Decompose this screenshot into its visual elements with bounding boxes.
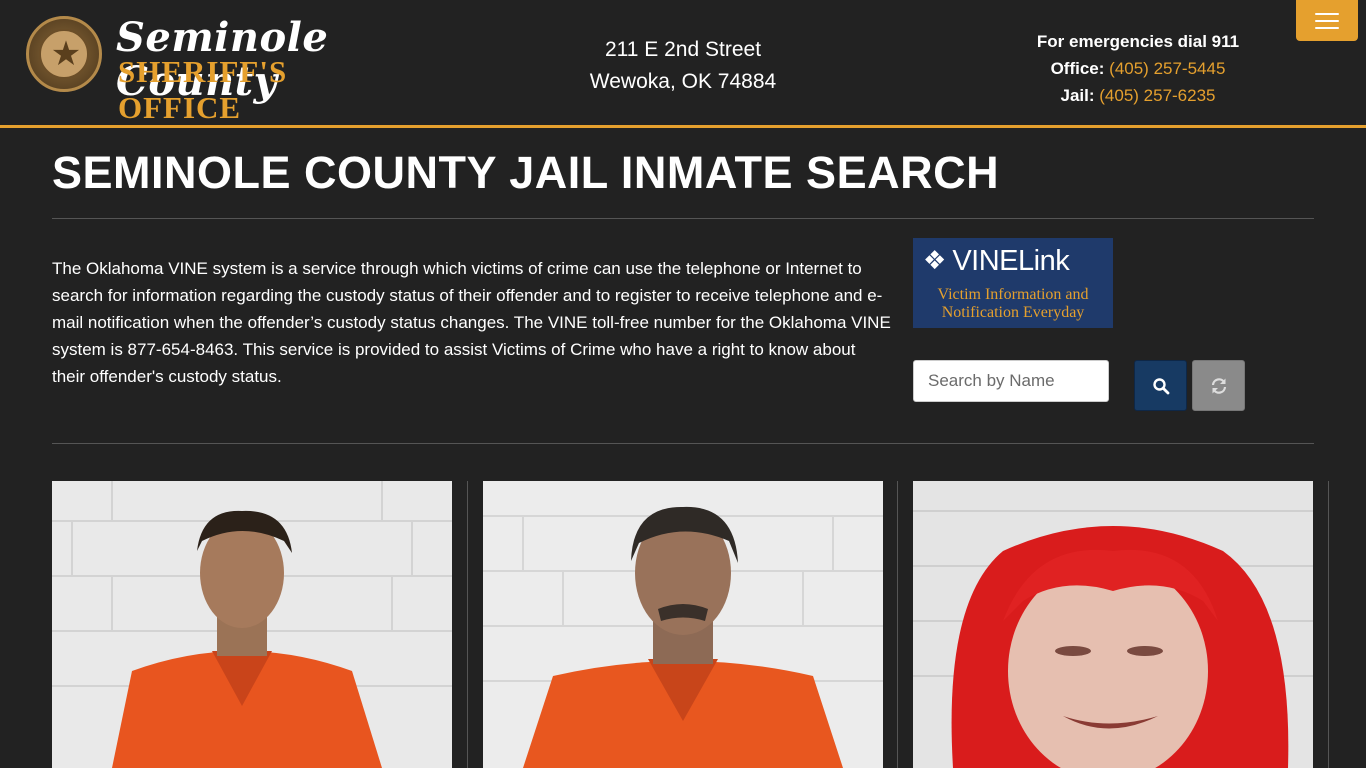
jail-phone-link[interactable]: (405) 257-6235 bbox=[1099, 86, 1215, 105]
card-divider bbox=[897, 481, 898, 768]
card-divider bbox=[467, 481, 468, 768]
inmate-card[interactable] bbox=[913, 481, 1313, 768]
office-label: Office: bbox=[1050, 59, 1105, 78]
mugshot-photo bbox=[52, 481, 452, 768]
divider-bottom bbox=[52, 443, 1314, 444]
vine-description: The Oklahoma VINE system is a service th… bbox=[52, 259, 891, 386]
emergency-text: For emergencies dial 911 bbox=[1036, 32, 1240, 51]
hamburger-menu-icon bbox=[1315, 12, 1339, 15]
address-line-1: 211 E 2nd Street bbox=[604, 38, 762, 61]
address-line-2: Wewoka, OK 74884 bbox=[589, 70, 777, 93]
sheriff-badge-icon: ★ bbox=[26, 16, 102, 92]
mugshot-photo bbox=[913, 481, 1313, 768]
mugshot-photo bbox=[483, 481, 883, 768]
vine-tagline: Victim Information and Notification Ever… bbox=[937, 286, 1089, 321]
hamburger-menu-button[interactable] bbox=[1296, 0, 1358, 41]
office-address: 211 E 2nd Street Wewoka, OK 74884 bbox=[553, 34, 813, 98]
search-icon bbox=[1152, 377, 1169, 394]
inmate-card[interactable] bbox=[483, 481, 883, 768]
site-header: ★ Seminole County SHERIFF'S OFFICE 211 E… bbox=[0, 0, 1366, 128]
vinelink-banner[interactable]: ❖ VINELink Victim Information and Notifi… bbox=[913, 238, 1113, 328]
office-phone-link[interactable]: (405) 257-5445 bbox=[1109, 59, 1225, 78]
reset-button[interactable] bbox=[1192, 360, 1245, 411]
vine-brand: VINELink bbox=[952, 245, 1070, 277]
search-button[interactable] bbox=[1134, 360, 1187, 411]
card-divider bbox=[1328, 481, 1329, 768]
inmate-card[interactable] bbox=[52, 481, 452, 768]
sheriff-logo[interactable]: ★ Seminole County SHERIFF'S OFFICE bbox=[26, 16, 406, 125]
divider-top bbox=[52, 218, 1314, 219]
vine-logo-icon: ❖ bbox=[923, 246, 947, 276]
search-by-name-input[interactable] bbox=[913, 360, 1109, 402]
page-title: SEMINOLE COUNTY JAIL INMATE SEARCH bbox=[52, 147, 1000, 198]
refresh-icon bbox=[1211, 377, 1226, 394]
jail-label: Jail: bbox=[1060, 86, 1095, 105]
contact-info: For emergencies dial 911 Office: (405) 2… bbox=[1010, 28, 1266, 109]
logo-subtitle: SHERIFF'S OFFICE bbox=[118, 54, 288, 125]
